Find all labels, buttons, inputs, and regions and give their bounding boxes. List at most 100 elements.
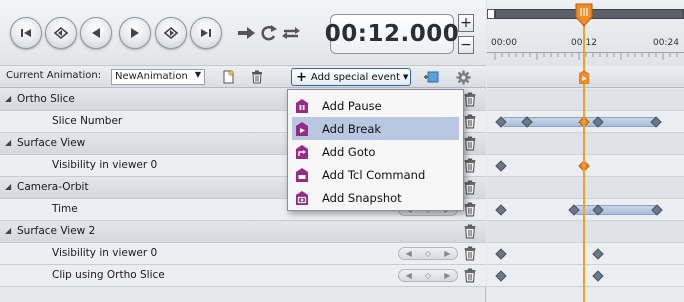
swing-button[interactable] (280, 20, 302, 46)
menu-item-label: Add Break (322, 121, 382, 136)
menu-item-add-pause[interactable]: Add Pause (288, 94, 463, 117)
add-keyframe-icon[interactable]: ◇ (425, 271, 431, 280)
collapse-triangle-icon[interactable]: ◢ (5, 226, 11, 235)
play-backward-button[interactable] (80, 17, 112, 49)
delete-animation-button[interactable] (249, 69, 265, 85)
trash-icon[interactable] (463, 114, 477, 129)
ruler-label: 00:00 (491, 38, 517, 48)
timeline-track-slice-number[interactable] (487, 111, 684, 133)
new-document-icon (223, 70, 234, 84)
timeline-track-surface-view-2 (487, 221, 684, 243)
time-increment-button[interactable]: + (458, 14, 474, 32)
break-event-icon (296, 121, 308, 136)
menu-item-add-goto[interactable]: Add Goto (288, 140, 463, 163)
loop-icon (261, 25, 277, 41)
tree-row-visibility-viewer-0-2[interactable]: Visibility in viewer 0 ◀ ◇ ▶ (0, 243, 486, 265)
go-to-end-button[interactable] (190, 17, 222, 49)
goto-event-icon (296, 144, 308, 159)
menu-item-add-tcl-command[interactable]: Add Tcl Command (288, 163, 463, 186)
keyframe[interactable] (495, 204, 507, 216)
tree-row-label: Ortho Slice (17, 93, 75, 105)
play-forward-button[interactable] (119, 17, 151, 49)
next-keyframe-icon[interactable]: ▶ (444, 271, 450, 280)
add-special-event-label: Add special event (310, 71, 400, 83)
timeline-track-camera-orbit (487, 177, 684, 199)
go-to-start-button[interactable] (10, 17, 42, 49)
animation-editor-panel: 00:12.000 + − Current Animation: NewAnim… (0, 0, 486, 302)
transport-bar: 00:12.000 + − (0, 0, 486, 66)
range-start-handle[interactable] (487, 9, 495, 19)
tree-row-surface-view-2[interactable]: ◢ Surface View 2 (0, 221, 486, 243)
current-animation-value: NewAnimation (115, 71, 188, 82)
trash-icon[interactable] (463, 268, 477, 283)
next-keyframe-icon (164, 26, 178, 40)
trash-icon[interactable] (463, 158, 477, 173)
previous-keyframe-button[interactable] (45, 17, 77, 49)
time-ruler (487, 52, 684, 60)
collapse-triangle-icon[interactable]: ◢ (5, 138, 11, 147)
timeline-track-time[interactable] (487, 199, 684, 221)
previous-keyframe-icon[interactable]: ◀ (406, 271, 412, 280)
timeline-track-surface-view (487, 133, 684, 155)
keyframe-navigator[interactable]: ◀ ◇ ▶ (398, 269, 458, 282)
trash-icon[interactable] (463, 202, 477, 217)
tree-row-label: Camera-Orbit (17, 181, 89, 193)
timeline-track-clip-using-ortho-slice[interactable] (487, 265, 684, 287)
current-animation-select[interactable]: NewAnimation ▼ (111, 69, 205, 85)
keyframe[interactable] (495, 248, 507, 260)
tcl-event-icon (296, 167, 308, 182)
go-to-start-icon (21, 29, 31, 37)
keyframe[interactable] (495, 160, 507, 172)
menu-item-label: Add Snapshot (322, 190, 402, 205)
timeline-track-ortho-slice (487, 89, 684, 111)
current-time-line (583, 14, 585, 302)
menu-item-label: Add Tcl Command (322, 167, 426, 182)
play-once-icon (238, 27, 255, 39)
play-backward-icon (92, 28, 100, 38)
add-object-button[interactable] (423, 69, 439, 85)
collapse-triangle-icon[interactable]: ◢ (5, 94, 11, 103)
collapse-triangle-icon[interactable]: ◢ (5, 182, 11, 191)
keyframe-navigator[interactable]: ◀ ◇ ▶ (398, 247, 458, 260)
menu-item-label: Add Pause (322, 98, 382, 113)
timeline-track-visibility-viewer-0-2[interactable] (487, 243, 684, 265)
trash-icon[interactable] (463, 136, 477, 151)
keyframe[interactable] (592, 270, 604, 282)
time-decrement-button[interactable]: − (458, 36, 474, 54)
new-animation-button[interactable] (220, 69, 236, 85)
tree-row-clip-using-ortho-slice[interactable]: Clip using Ortho Slice ◀ ◇ ▶ (0, 265, 486, 287)
playhead-handle[interactable] (574, 3, 594, 27)
previous-keyframe-icon[interactable]: ◀ (406, 249, 412, 258)
current-time-display[interactable]: 00:12.000 (325, 14, 459, 54)
loop-button[interactable] (258, 20, 280, 46)
keyframe[interactable] (592, 248, 604, 260)
trash-icon[interactable] (463, 246, 477, 261)
break-event-marker[interactable] (579, 71, 589, 84)
next-keyframe-button[interactable] (155, 17, 187, 49)
settings-button[interactable] (455, 69, 471, 85)
play-once-button[interactable] (236, 20, 258, 46)
pause-event-icon (296, 98, 308, 113)
tree-row-label: Time (52, 203, 78, 215)
ruler-label: 00:24 (653, 38, 679, 48)
timeline-panel: 00:00 00:12 00:24 (487, 0, 684, 302)
trash-icon (252, 70, 262, 84)
chevron-down-icon: ▼ (403, 73, 409, 81)
next-keyframe-icon[interactable]: ▶ (444, 249, 450, 258)
trash-icon[interactable] (463, 224, 477, 239)
timeline-tracks (487, 89, 684, 287)
keyframe-interpolation-segment[interactable] (573, 205, 661, 215)
special-event-menu: Add Pause Add Break Add Goto Add Tcl Com… (287, 89, 464, 211)
menu-item-add-snapshot[interactable]: Add Snapshot (288, 186, 463, 209)
chevron-down-icon: ▼ (194, 70, 201, 79)
menu-item-add-break[interactable]: Add Break (292, 117, 459, 140)
add-special-event-button[interactable]: + Add special event ▼ (291, 68, 411, 86)
trash-icon[interactable] (463, 180, 477, 195)
trash-icon[interactable] (463, 92, 477, 107)
add-keyframe-icon[interactable]: ◇ (425, 249, 431, 258)
timeline-track-visibility-viewer-0[interactable] (487, 155, 684, 177)
keyframe[interactable] (495, 270, 507, 282)
play-forward-icon (131, 28, 139, 38)
go-to-end-icon (201, 29, 211, 37)
tree-row-label: Visibility in viewer 0 (52, 247, 158, 259)
